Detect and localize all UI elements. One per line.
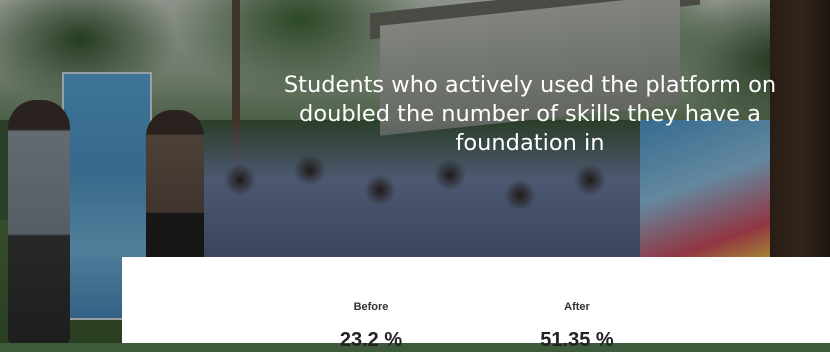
- headline-line-1: Students who actively used the platform …: [283, 72, 777, 98]
- hero-headline: Students who actively used the platform …: [200, 71, 830, 158]
- headline-line-3: foundation in: [455, 130, 605, 156]
- headline-line-2: doubled the number of skills they have a: [299, 101, 761, 127]
- stat-before-label: Before: [353, 301, 389, 313]
- stats-card: Before 23.2 % After 51.35 %: [122, 257, 830, 351]
- stat-after-label: After: [564, 301, 590, 313]
- stat-after-value: 51.35 %: [540, 329, 614, 351]
- stat-before-value: 23.2 %: [339, 329, 403, 351]
